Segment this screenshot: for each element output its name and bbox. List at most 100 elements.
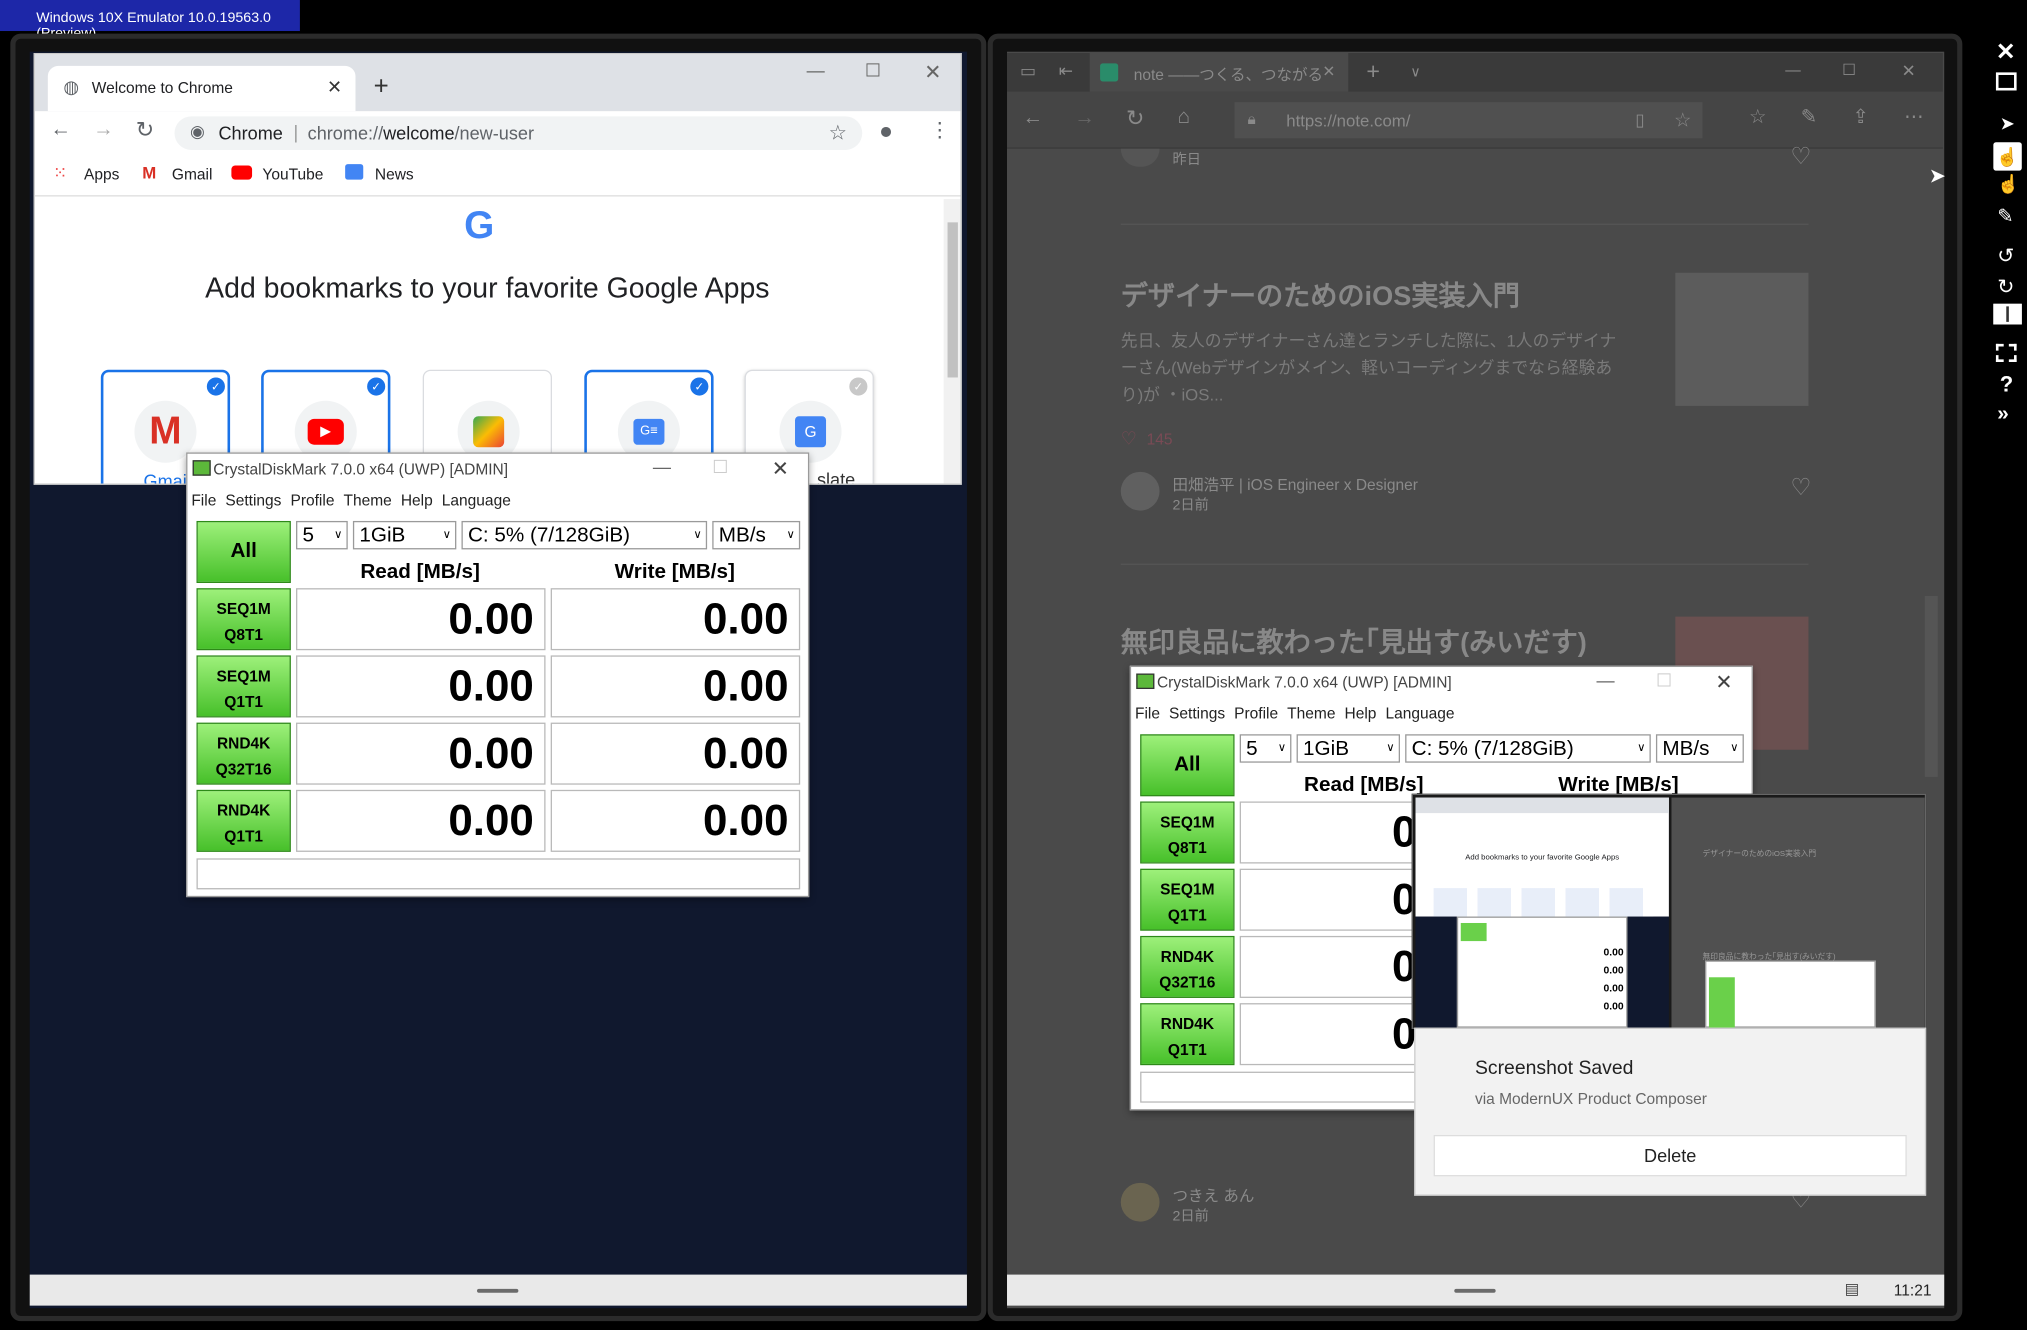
bookmark-youtube[interactable]: YouTube — [262, 165, 323, 183]
help-icon[interactable]: ? — [2000, 372, 2013, 398]
menu-file[interactable]: File — [1135, 705, 1160, 723]
notification-icon[interactable]: ▤ — [1845, 1280, 1860, 1298]
back-icon[interactable]: ← — [50, 119, 71, 142]
new-tab-icon[interactable]: + — [1366, 58, 1380, 85]
address-bar[interactable]: 🔒︎ https://note.com/ ▯ ☆ — [1234, 102, 1703, 139]
menu-profile[interactable]: Profile — [1234, 705, 1278, 723]
count-select[interactable]: 5 ∨ — [1239, 734, 1292, 763]
heart-icon[interactable]: ♡ — [1790, 143, 1811, 170]
menu-help[interactable]: Help — [1345, 705, 1377, 723]
chrome-tab[interactable]: ◍ Welcome to Chrome ✕ — [47, 65, 356, 112]
rnd4k-q32t16-button[interactable]: RND4K Q32T16 — [1140, 935, 1235, 998]
comment-field[interactable] — [196, 858, 801, 890]
menu-settings[interactable]: Settings — [1169, 705, 1225, 723]
unit-select[interactable]: MB/s ∨ — [712, 520, 801, 550]
author-name[interactable]: 田畑浩平 | iOS Engineer x Designer — [1172, 473, 1417, 495]
bookmark-gmail[interactable]: Gmail — [172, 165, 213, 183]
seq1m-q8t1-button[interactable]: SEQ1M Q8T1 — [196, 588, 291, 651]
seq1m-q1t1-button[interactable]: SEQ1M Q1T1 — [1140, 868, 1235, 931]
reading-view-icon[interactable]: ▯ — [1635, 110, 1644, 131]
menu-theme[interactable]: Theme — [1287, 705, 1335, 723]
article-thumbnail[interactable] — [1675, 272, 1809, 406]
delete-button[interactable]: Delete — [1433, 1134, 1907, 1177]
notes-pen-icon[interactable]: ✎ — [1801, 105, 1817, 128]
set-aside-icon[interactable]: ⇤ — [1059, 61, 1073, 82]
maximize-icon[interactable]: ☐ — [1656, 670, 1672, 692]
rotate-left-icon[interactable]: ↺ — [1997, 243, 2014, 269]
article-title[interactable]: 無印良品に教わった｢見出す(みいだす) — [1121, 622, 1587, 661]
size-select[interactable]: 1GiB ∨ — [352, 520, 457, 550]
reload-icon[interactable]: ↻ — [136, 118, 154, 144]
menu-file[interactable]: File — [191, 491, 216, 509]
pen-icon[interactable]: ✎ — [1997, 204, 2013, 228]
menu-profile[interactable]: Profile — [290, 491, 334, 509]
more-icon[interactable]: ⋯ — [1904, 105, 1923, 128]
unit-select[interactable]: MB/s ∨ — [1655, 734, 1744, 763]
home-icon[interactable]: ⌂ — [1178, 106, 1191, 129]
screenshot-icon[interactable] — [1995, 343, 2017, 362]
heart-icon[interactable]: ♡ — [1790, 474, 1811, 501]
rnd4k-q1t1-button[interactable]: RND4K Q1T1 — [196, 789, 291, 852]
like-heart-icon[interactable]: ♡ — [1121, 428, 1137, 450]
count-select[interactable]: 5 ∨ — [296, 520, 348, 550]
menu-settings[interactable]: Settings — [225, 491, 281, 509]
minimize-icon[interactable]: — — [807, 59, 825, 80]
menu-help[interactable]: Help — [401, 491, 433, 509]
pointer-icon[interactable]: ➤ — [2000, 112, 2015, 134]
maximize-icon[interactable]: ☐ — [1842, 61, 1856, 79]
menu-language[interactable]: Language — [1385, 705, 1454, 723]
home-indicator-right[interactable] — [1454, 1288, 1496, 1293]
home-indicator[interactable] — [477, 1288, 519, 1293]
profile-icon[interactable]: ● — [879, 118, 893, 145]
minimize-icon[interactable]: — — [1785, 61, 1801, 79]
screenshot-thumbnail[interactable]: Add bookmarks to your favorite Google Ap… — [1411, 793, 1927, 1029]
dual-screen-icon[interactable] — [1993, 303, 2022, 325]
menu-language[interactable]: Language — [442, 491, 511, 509]
expand-icon[interactable]: » — [1997, 403, 2009, 426]
scroll-thumb[interactable] — [947, 222, 958, 378]
menu-kebab-icon[interactable]: ⋮ — [929, 118, 950, 144]
close-icon[interactable]: ✕ — [1715, 670, 1732, 696]
all-button[interactable]: All — [1140, 734, 1235, 797]
share-icon[interactable]: ⇪ — [1852, 105, 1868, 128]
edge-scrollbar[interactable] — [1924, 595, 1938, 777]
menu-theme[interactable]: Theme — [343, 491, 391, 509]
rotate-right-icon[interactable]: ↻ — [1997, 274, 2014, 300]
favorites-icon[interactable]: ☆ — [1749, 105, 1766, 128]
minimize-icon[interactable]: — — [653, 456, 671, 477]
close-icon[interactable]: ✕ — [772, 456, 789, 482]
maximize-icon[interactable]: ☐ — [712, 456, 728, 478]
back-icon[interactable]: ← — [1023, 107, 1044, 130]
close-icon[interactable]: ✕ — [1996, 39, 2016, 66]
maximize-icon[interactable]: ☐ — [865, 59, 881, 81]
drive-select[interactable]: C: 5% (7/128GiB) ∨ — [461, 520, 708, 550]
edge-tab[interactable]: note ——つくる、つながる ✕ — [1089, 53, 1349, 92]
window-close-icon[interactable]: ✕ — [1902, 61, 1916, 82]
chevron-down-icon[interactable]: ∨ — [1410, 63, 1420, 81]
close-icon[interactable]: ✕ — [1322, 62, 1335, 80]
favorite-star-icon[interactable]: ☆ — [1674, 109, 1691, 132]
article-title[interactable]: デザイナーのためのiOS実装入門 — [1121, 275, 1520, 314]
window-close-icon[interactable]: ✕ — [924, 59, 941, 85]
minimize-icon[interactable]: — — [1596, 670, 1614, 691]
scrollbar[interactable] — [943, 199, 961, 484]
seq1m-q1t1-button[interactable]: SEQ1M Q1T1 — [196, 655, 291, 718]
forward-icon[interactable]: → — [1074, 107, 1095, 130]
bookmark-news[interactable]: News — [375, 165, 414, 183]
all-button[interactable]: All — [196, 520, 291, 584]
star-icon[interactable]: ☆ — [829, 120, 848, 146]
reload-icon[interactable]: ↻ — [1126, 106, 1144, 132]
new-tab-icon[interactable]: + — [374, 72, 389, 102]
bookmark-apps[interactable]: Apps — [84, 165, 119, 183]
omnibox[interactable]: ◉ Chrome | chrome://welcome/new-user ☆ — [174, 116, 863, 150]
multi-touch-icon[interactable]: ☝ — [1997, 173, 2020, 195]
forward-icon[interactable]: → — [93, 119, 114, 142]
drive-select[interactable]: C: 5% (7/128GiB) ∨ — [1405, 734, 1651, 763]
author-name[interactable]: つきえ あん — [1172, 1184, 1254, 1206]
tab-actions-icon[interactable]: ▭ — [1020, 61, 1036, 82]
touch-icon[interactable]: ☝ — [1993, 142, 2022, 171]
minimize-icon[interactable] — [1995, 72, 2017, 91]
rnd4k-q32t16-button[interactable]: RND4K Q32T16 — [196, 722, 291, 785]
size-select[interactable]: 1GiB ∨ — [1296, 734, 1400, 763]
seq1m-q8t1-button[interactable]: SEQ1M Q8T1 — [1140, 801, 1235, 864]
